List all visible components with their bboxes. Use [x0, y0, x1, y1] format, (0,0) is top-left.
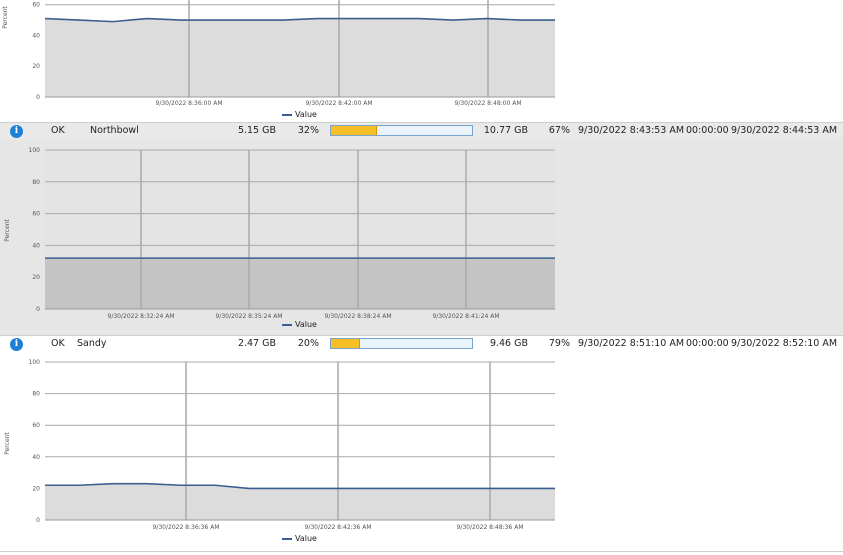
info-icon: i — [10, 125, 23, 138]
chart-panel-sandy: Percent 0 20 40 60 80 100 9/30/2022 8:36:36 AM… — [0, 352, 843, 550]
capacity-bar — [330, 125, 473, 136]
y-tick-label: 60 — [32, 422, 40, 429]
free-percent: 67% — [548, 125, 570, 136]
capacity-bar-fill — [331, 339, 361, 348]
info-icon: i — [10, 338, 23, 351]
used-percent: 32% — [297, 125, 319, 136]
legend-label: Value — [295, 110, 317, 119]
free-size: 9.46 GB — [489, 338, 528, 349]
drive-name: Sandy — [77, 338, 107, 349]
x-tick-label: 9/30/2022 8:36:00 AM — [156, 100, 223, 107]
y-tick-label: 40 — [32, 454, 40, 461]
duration: 00:00:00 — [686, 338, 729, 349]
y-tick-label: 60 — [32, 2, 40, 9]
row-divider — [0, 551, 843, 552]
x-tick-label: 9/30/2022 8:32:24 AM — [108, 313, 175, 320]
y-tick-label: 100 — [29, 359, 41, 366]
x-tick-label: 9/30/2022 8:38:24 AM — [325, 313, 392, 320]
x-tick-label: 9/30/2022 8:35:24 AM — [216, 313, 283, 320]
status-text: OK — [51, 125, 65, 136]
legend-swatch — [282, 113, 292, 116]
chart-panel-previous: Percent 0 20 40 60 9/30/2022 8:36:00 AM 9/30/… — [0, 0, 843, 122]
series-area-value — [45, 18, 555, 98]
usage-chart-sandy: 0 20 40 60 80 100 9/30/2022 8:36:36 AM 9/30/202… — [29, 359, 555, 531]
drive-row-sandy[interactable]: i OK Sandy 2.47 GB 20% 9.46 GB 79% 9/30/… — [0, 335, 843, 353]
y-tick-label: 100 — [29, 147, 41, 154]
x-tick-label: 9/30/2022 8:41:24 AM — [433, 313, 500, 320]
legend-swatch — [282, 323, 292, 326]
drive-row-northbowl[interactable]: i OK Northbowl 5.15 GB 32% 10.77 GB 67% … — [0, 122, 843, 140]
last-check-time: 9/30/2022 8:43:53 AM — [578, 125, 685, 136]
y-tick-label: 80 — [32, 179, 40, 186]
y-tick-label: 60 — [32, 211, 40, 218]
chart-panel-northbowl: Percent 0 20 40 60 80 100 9/30/2022 8:32:24 AM… — [0, 139, 843, 335]
x-tick-label: 9/30/2022 8:42:00 AM — [306, 100, 373, 107]
y-tick-label: 20 — [32, 274, 40, 281]
x-tick-label: 9/30/2022 8:36:36 AM — [153, 524, 220, 531]
x-tick-label: 9/30/2022 8:42:36 AM — [305, 524, 372, 531]
x-tick-label: 9/30/2022 8:48:00 AM — [455, 100, 522, 107]
y-tick-label: 0 — [36, 306, 40, 313]
y-tick-label: 20 — [32, 63, 40, 70]
chart-legend: Value — [282, 534, 317, 543]
y-tick-label: 40 — [32, 32, 40, 39]
status-text: OK — [51, 338, 65, 349]
usage-chart-previous: 0 20 40 60 9/30/2022 8:36:00 AM 9/30/2022 8:4… — [32, 0, 555, 107]
y-tick-label: 20 — [32, 485, 40, 492]
legend-label: Value — [295, 320, 317, 329]
last-check-time: 9/30/2022 8:51:10 AM — [578, 338, 685, 349]
free-size: 10.77 GB — [483, 125, 528, 136]
chart-legend: Value — [282, 320, 317, 329]
chart-legend: Value — [282, 110, 317, 119]
used-size: 2.47 GB — [237, 338, 276, 349]
series-area-value — [45, 258, 555, 309]
legend-label: Value — [295, 534, 317, 543]
y-tick-label: 0 — [36, 517, 40, 524]
x-tick-label: 9/30/2022 8:48:36 AM — [457, 524, 524, 531]
capacity-bar — [330, 338, 473, 349]
y-tick-label: 40 — [32, 242, 40, 249]
next-check-time: 9/30/2022 8:44:53 AM — [731, 125, 838, 136]
legend-swatch — [282, 537, 292, 540]
y-tick-label: 0 — [36, 94, 40, 101]
capacity-bar-fill — [331, 126, 378, 135]
used-percent: 20% — [297, 338, 319, 349]
used-size: 5.15 GB — [237, 125, 276, 136]
usage-chart-northbowl: 0 20 40 60 80 100 9/30/2022 8:32:24 AM 9/30/202… — [29, 147, 555, 320]
y-tick-label: 80 — [32, 391, 40, 398]
next-check-time: 9/30/2022 8:52:10 AM — [731, 338, 838, 349]
drive-name: Northbowl — [90, 125, 139, 136]
duration: 00:00:00 — [686, 125, 729, 136]
free-percent: 79% — [548, 338, 570, 349]
